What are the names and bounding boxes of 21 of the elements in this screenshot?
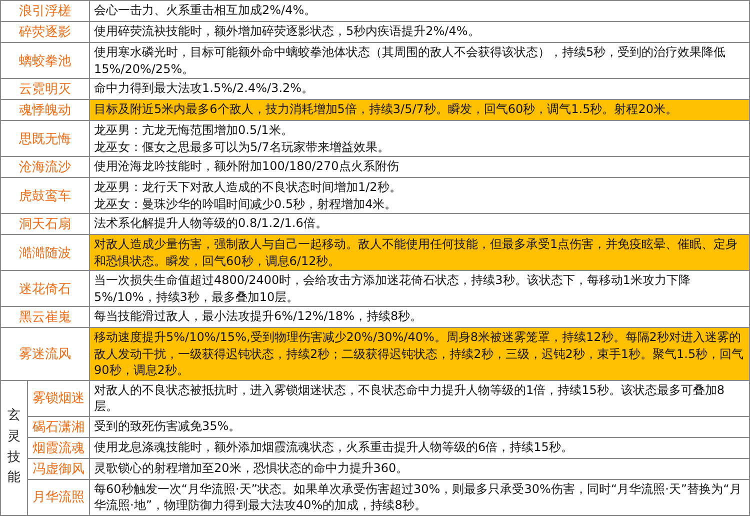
description-text: 使用龙息涤魂技能时，额外添加烟霞流魂状态，火系重击提升人物等级的6倍，持续15秒。 (94, 438, 574, 455)
description-text: 龙巫女：偃女之思最多可以为5/7名玩家带来增益效果。 (94, 138, 390, 155)
description-text: 对敌人的不良状态被抵抗时，进入雾锁烟迷状态，不良状态命中力提升人物等级的1倍，持续15秒。该状态最多可叠加8层。 (94, 382, 726, 414)
description-text: 当一次损失生命值超过4800/2400时，会给攻击方添加迷花倚石状态，持续3秒。该状态下，每移动1米攻力下降5%/10%，持续3秒，最多叠加10层。 (94, 272, 692, 305)
description-text: 受到的致死伤害减免35%。 (94, 418, 242, 434)
description-text: 对敌人造成少量伤害，强制敌人与自己一起移动。敌人不能使用任何技能，但最多承受1点伤害，并免疫眩晕、催眠、定身和恐惧状态。瞬发，回气60秒，调息6/12秒。 (94, 236, 739, 269)
description-text: 龙巫男：亢龙无悔范围增加0.5/1米。 (94, 122, 294, 138)
description-text: 使用沧海龙吟技能时，额外附加100/180/270点火系附伤 (94, 158, 400, 174)
description-text: 每当技能滑过敌人，最小法攻提升6%/12%/18%，持续8秒。 (94, 308, 424, 324)
description-text: 目标及附近5米内最多6个敌人，技力消耗增加5倍，持续3/5/7秒。瞬发，回气60秒，调气1.5秒。射程20米。 (94, 101, 679, 118)
group-label: 玄灵技能 (8, 406, 20, 488)
description-text: 法术系化解提升人物等级的0.8/1.2/1.6倍。 (94, 215, 328, 232)
description-text: 使用寒水磷光时，目标可能额外命中螭蛟拳池体状态（其周围的敌人不会获得该状态），持续5秒，受到的治疗效果降低15%/20%/25%。 (94, 44, 727, 77)
description-text: 龙巫女：曼珠沙华的吟唱时间减少0.5秒，射程增加4米。 (94, 196, 398, 212)
description-text: 使用碎荧流袂技能时，额外增加碎荧逐影状态，5秒内疾语提升2%/4%。 (94, 23, 481, 40)
description-text: 龙巫男：龙行天下对敌人造成的不良状态时间增加1/2秒。 (94, 179, 402, 196)
description-text: 灵歌锁心的射程增加至20米，恐惧状态的命中力提升360。 (94, 460, 410, 476)
description-text: 命中力得到最大法攻1.5%/2.4%/3.2%。 (94, 80, 315, 96)
description-text: 每60秒触发一次“月华流照·天”状态。如果单次承受伤害超过30%，则最多只承受30%伤害，同时“月华流照·天”替换为“月华流照·地”，物理防御力得到最大法攻40%的加成，持续8秒。 (94, 480, 742, 514)
description-text: 移动速度提升5%/10%/15%,受到物理伤害减少20%/30%/40%。周身8米被迷雾笼罩，持续12秒。每隔2秒对进入迷雾的敌人发动干扰，一级获得迟钝状态，持续2秒；二级获得迟钝状态，持续2秒，三级，迟钝2秒，束手1秒。聚气1.5秒，回气90秒，调息2秒。 (94, 329, 745, 378)
description-text: 会心一击力、火系重击相互加成2%/4%。 (94, 2, 318, 18)
